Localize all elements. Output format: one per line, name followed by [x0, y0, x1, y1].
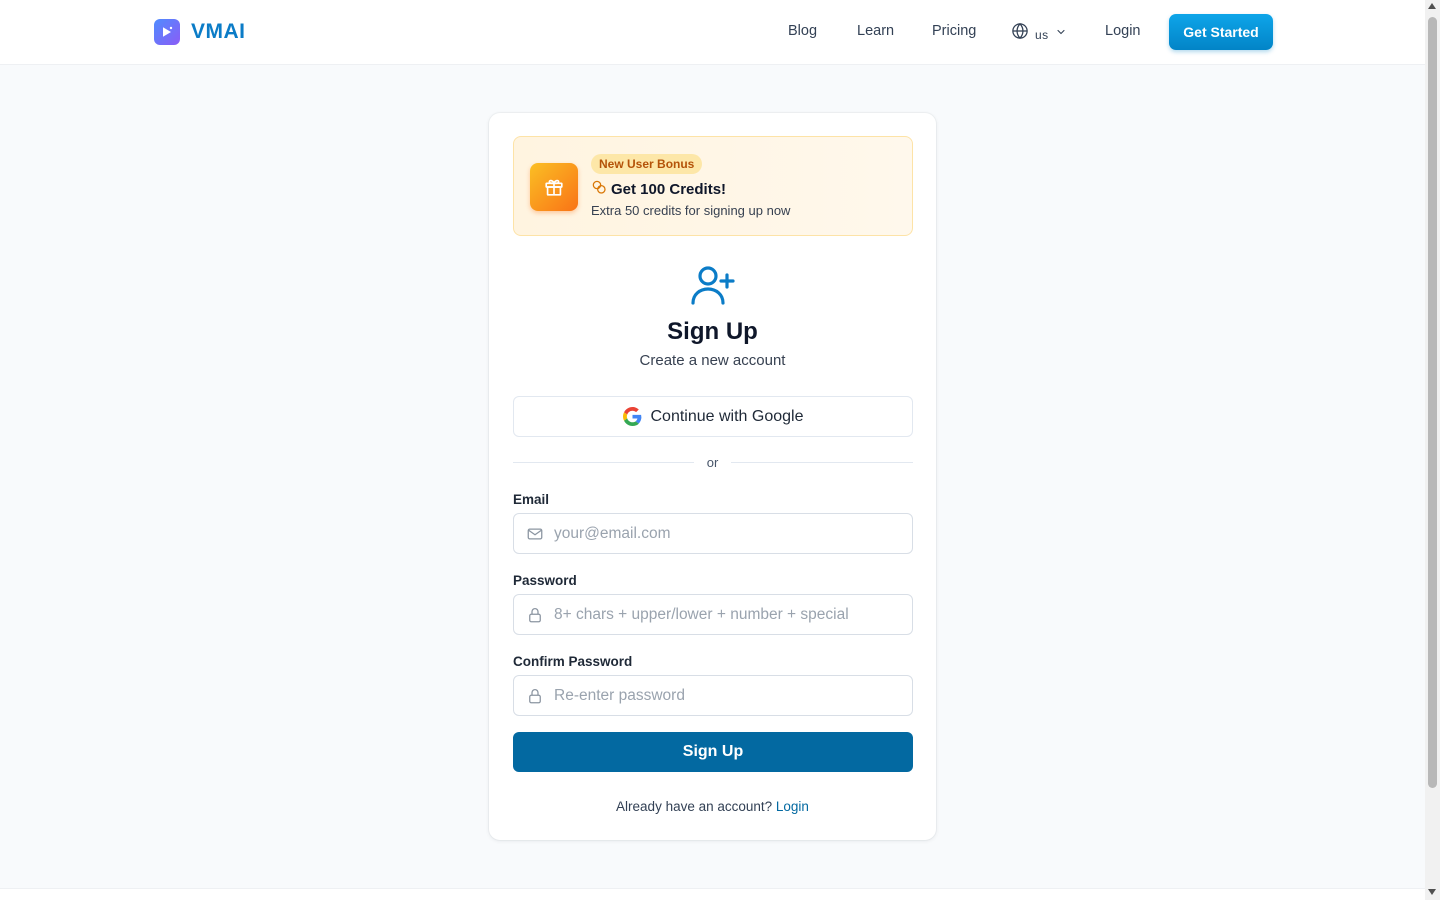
chevron-down-icon [1055, 25, 1067, 43]
bonus-title: Get 100 Credits! [591, 179, 726, 199]
nav-link-pricing[interactable]: Pricing [932, 23, 976, 39]
email-label: Email [513, 492, 550, 507]
divider-line-right [731, 462, 913, 463]
scroll-down-arrow-icon[interactable] [1428, 889, 1436, 895]
google-icon [622, 407, 642, 426]
nav-link-blog[interactable]: Blog [788, 23, 817, 39]
divider-line-left [513, 462, 694, 463]
divider-or: or [706, 455, 719, 470]
globe-icon [1011, 22, 1029, 45]
bonus-title-text: Get 100 Credits! [611, 180, 727, 198]
email-field[interactable] [513, 513, 913, 554]
confirm-password-field[interactable] [513, 675, 913, 716]
user-plus-icon [689, 261, 737, 314]
page-subtitle: Create a new account [639, 352, 786, 369]
continue-with-google-button[interactable]: Continue with Google [513, 396, 913, 437]
bonus-badge: New User Bonus [591, 154, 703, 174]
bonus-subtitle: Extra 50 credits for signing up now [591, 203, 791, 218]
coins-icon [591, 179, 607, 199]
confirm-password-input[interactable] [554, 686, 904, 705]
page-scrollbar[interactable] [1425, 0, 1440, 900]
confirm-password-label: Confirm Password [513, 654, 633, 669]
get-started-button[interactable]: Get Started [1169, 14, 1273, 50]
login-prompt-text: Already have an account? [616, 799, 776, 814]
sign-up-button[interactable]: Sign Up [513, 732, 913, 772]
login-link[interactable]: Login [776, 799, 809, 814]
page-title: Sign Up [667, 318, 758, 345]
password-input[interactable] [554, 605, 904, 624]
nav-link-login[interactable]: Login [1105, 23, 1140, 39]
page-footer-edge [0, 888, 1425, 900]
mail-icon [526, 525, 544, 543]
lock-icon [526, 606, 544, 624]
password-label: Password [513, 573, 577, 588]
language-selector[interactable]: us [1011, 22, 1067, 45]
email-input[interactable] [554, 524, 904, 543]
signup-card: New User Bonus Get 100 Credits! Extra 50… [489, 113, 936, 840]
gift-icon [530, 163, 578, 211]
top-navbar: VMAI Blog Learn Pricing us Login Get Sta… [0, 0, 1425, 65]
scrollbar-thumb[interactable] [1428, 17, 1437, 788]
language-code: us [1035, 27, 1049, 42]
new-user-bonus-banner: New User Bonus Get 100 Credits! Extra 50… [513, 136, 913, 236]
main-nav: Blog Learn Pricing us Login Get Started [0, 14, 1425, 50]
scroll-up-arrow-icon[interactable] [1428, 3, 1436, 9]
password-field[interactable] [513, 594, 913, 635]
google-button-label: Continue with Google [650, 407, 804, 425]
nav-link-learn[interactable]: Learn [857, 23, 894, 39]
login-prompt: Already have an account? Login [489, 799, 936, 814]
lock-icon [526, 687, 544, 705]
